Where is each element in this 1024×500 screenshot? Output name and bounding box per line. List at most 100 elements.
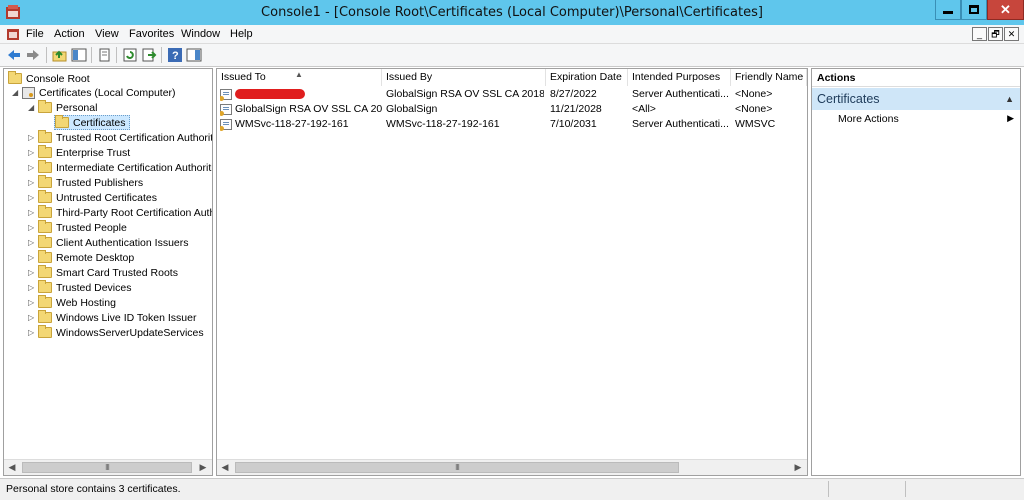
properties-icon[interactable] (186, 47, 202, 63)
tree-horizontal-scrollbar[interactable]: ◀ III ▶ (4, 459, 212, 475)
actions-header: Actions (812, 69, 1020, 87)
tree-node-label: Third-Party Root Certification Authoriti… (56, 206, 212, 219)
tree-node-store[interactable]: ▷ Windows Live ID Token Issuer (28, 310, 196, 325)
cell-expiration: 11/21/2028 (550, 103, 602, 115)
collapse-up-icon[interactable]: ▲ (1005, 88, 1014, 110)
tree-node-label: Console Root (26, 72, 90, 85)
back-icon[interactable] (6, 47, 22, 63)
scrollbar-thumb[interactable]: III (22, 462, 192, 473)
tree-node-label: Smart Card Trusted Roots (56, 266, 178, 279)
toolbar: ? (0, 44, 1024, 67)
menu-action[interactable]: Action (54, 28, 85, 40)
expand-arrow-icon[interactable]: ▷ (28, 298, 38, 307)
folder-icon (8, 71, 22, 84)
tree-node-label: Untrusted Certificates (56, 191, 157, 204)
menu-help[interactable]: Help (230, 28, 253, 40)
folder-icon (38, 100, 52, 113)
expand-arrow-icon[interactable]: ▷ (28, 148, 38, 157)
tree-node-store[interactable]: ▷ Untrusted Certificates (28, 190, 157, 205)
menu-file[interactable]: File (26, 28, 44, 40)
tree-node-store[interactable]: ▷ Trusted Devices (28, 280, 131, 295)
tree-node-certificates[interactable]: Certificates (54, 115, 130, 130)
folder-icon (38, 175, 52, 188)
up-folder-icon[interactable] (52, 47, 68, 63)
tree-node-store[interactable]: ▷ Smart Card Trusted Roots (28, 265, 178, 280)
submenu-arrow-icon[interactable]: ▶ (1007, 113, 1014, 124)
column-header-intended-purposes[interactable]: Intended Purposes (628, 69, 731, 86)
show-hide-tree-icon[interactable] (71, 47, 87, 63)
status-divider (905, 481, 906, 497)
console-tree-pane[interactable]: Console Root ◢ Certificates (Local Compu… (3, 68, 213, 476)
folder-icon (38, 280, 52, 293)
table-row[interactable]: WMSvc-118-27-192-161 (220, 117, 382, 132)
folder-icon (38, 295, 52, 308)
expand-arrow-icon[interactable]: ▷ (28, 238, 38, 247)
tree-node-store[interactable]: ▷ Client Authentication Issuers (28, 235, 189, 250)
folder-icon (38, 235, 52, 248)
help-icon[interactable]: ? (167, 47, 183, 63)
scroll-left-icon[interactable]: ◀ (4, 460, 20, 475)
menu-favorites[interactable]: Favorites (129, 28, 174, 40)
cell-friendly-name: <None> (735, 88, 773, 100)
mdi-minimize-button[interactable]: _ (972, 27, 987, 41)
expand-arrow-icon[interactable]: ▷ (28, 223, 38, 232)
column-header-issued-by[interactable]: Issued By (382, 69, 546, 86)
tree-node-personal[interactable]: ◢ Personal (28, 100, 97, 115)
expand-arrow-icon[interactable]: ▷ (28, 193, 38, 202)
certificate-list-pane[interactable]: Issued To ▲ Issued By Expiration Date In… (216, 68, 808, 476)
tree-node-store[interactable]: ▷ Trusted Root Certification Authorities (28, 130, 212, 145)
menu-window[interactable]: Window (181, 28, 220, 40)
expand-arrow-icon[interactable]: ▷ (28, 268, 38, 277)
more-actions-link[interactable]: More Actions (838, 113, 899, 125)
expand-arrow-icon[interactable]: ▷ (28, 328, 38, 337)
expand-arrow-icon[interactable]: ▷ (28, 283, 38, 292)
tree-node-store[interactable]: ▷ Intermediate Certification Authorities (28, 160, 213, 175)
tree-node-store[interactable]: ▷ Web Hosting (28, 295, 116, 310)
sort-ascending-icon: ▲ (295, 70, 303, 79)
close-button[interactable]: ✕ (987, 0, 1024, 20)
scroll-right-icon[interactable]: ▶ (790, 460, 806, 475)
minimize-button[interactable] (935, 0, 961, 20)
menu-view[interactable]: View (95, 28, 119, 40)
tree-node-store[interactable]: ▷ Third-Party Root Certification Authorit… (28, 205, 212, 220)
column-header-friendly-name[interactable]: Friendly Name (731, 69, 807, 86)
expand-arrow-icon[interactable]: ▷ (28, 133, 38, 142)
tree-node-label: Intermediate Certification Authorities (56, 161, 213, 174)
forward-icon[interactable] (25, 47, 41, 63)
expand-arrow-icon[interactable]: ▷ (28, 208, 38, 217)
scroll-right-icon[interactable]: ▶ (195, 460, 211, 475)
tree-node-label: Windows Live ID Token Issuer (56, 311, 197, 324)
tree-node-console-root[interactable]: Console Root (8, 71, 90, 86)
tree-node-store[interactable]: ▷ Remote Desktop (28, 250, 134, 265)
table-row[interactable]: GlobalSign RSA OV SSL CA 2018 (220, 102, 382, 117)
cell-expiration: 8/27/2022 (550, 88, 597, 100)
mdi-restore-button[interactable]: 🗗 (988, 27, 1003, 41)
tree-node-store[interactable]: ▷ Enterprise Trust (28, 145, 130, 160)
expand-arrow-icon[interactable]: ▷ (28, 253, 38, 262)
refresh-icon[interactable] (122, 47, 138, 63)
actions-section-certificates[interactable]: Certificates ▲ (812, 88, 1020, 110)
toolbar-separator (91, 47, 92, 63)
tree-node-store[interactable]: ▷ Trusted Publishers (28, 175, 143, 190)
collapse-arrow-icon[interactable]: ◢ (12, 88, 22, 97)
tree-node-certificates-local[interactable]: ◢ Certificates (Local Computer) (12, 85, 176, 100)
expand-arrow-icon[interactable]: ▷ (28, 178, 38, 187)
list-horizontal-scrollbar[interactable]: ◀ III ▶ (217, 459, 807, 475)
console-system-icon[interactable] (6, 27, 20, 41)
export-icon[interactable] (141, 47, 157, 63)
tree-node-store[interactable]: ▷ WindowsServerUpdateServices (28, 325, 204, 340)
column-header-expiration-date[interactable]: Expiration Date (546, 69, 628, 86)
scroll-left-icon[interactable]: ◀ (217, 460, 233, 475)
expand-arrow-icon[interactable]: ▷ (28, 313, 38, 322)
collapse-arrow-icon[interactable]: ◢ (28, 103, 38, 112)
column-header-issued-to[interactable]: Issued To ▲ (217, 69, 382, 86)
scrollbar-thumb[interactable]: III (235, 462, 679, 473)
redaction-mark (235, 89, 305, 100)
expand-arrow-icon[interactable]: ▷ (28, 163, 38, 172)
copy-icon[interactable] (97, 47, 113, 63)
tree-node-store[interactable]: ▷ Trusted People (28, 220, 127, 235)
table-row[interactable] (220, 87, 380, 102)
maximize-button[interactable] (961, 0, 987, 20)
mdi-close-button[interactable]: ✕ (1004, 27, 1019, 41)
tree-node-label: Certificates (73, 116, 126, 129)
